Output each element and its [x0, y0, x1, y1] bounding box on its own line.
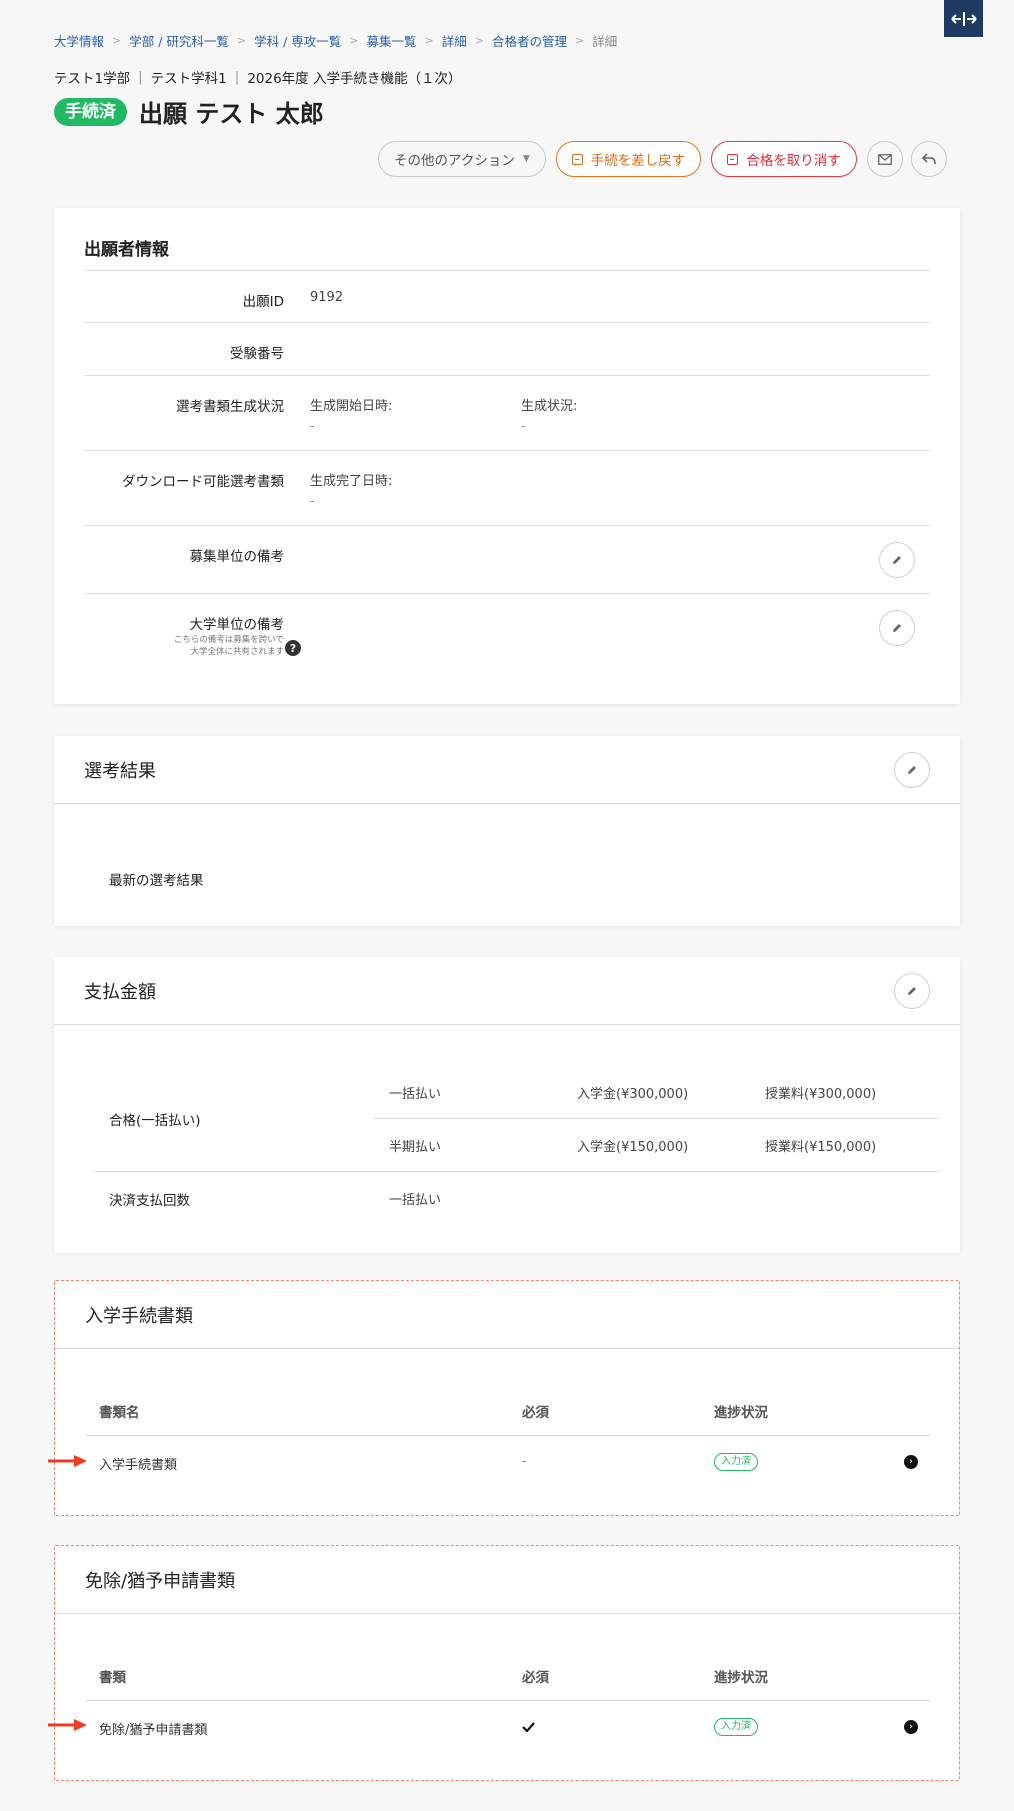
admission-fee: 入学金(¥300,000): [577, 1087, 689, 1102]
cancel-pass-button[interactable]: 合格を取り消す: [711, 141, 857, 177]
expand-arrows-icon: [950, 11, 977, 26]
checkmark-icon: [522, 1722, 535, 1732]
caret-down-icon: ▼: [522, 154, 530, 164]
breadcrumb-detail[interactable]: 詳細: [442, 31, 467, 50]
pencil-icon: [908, 986, 916, 995]
univ-note-help-text: こちらの備考は募集を跨いで 大学全体に共有されます: [173, 635, 284, 657]
univ-note-label: 大学単位の備考: [189, 617, 285, 633]
status-badge: 入力済: [714, 1718, 758, 1736]
payment-count-label: 決済支払回数: [109, 1193, 190, 1209]
col-required: 必須: [522, 1405, 549, 1421]
red-arrow-icon: [48, 1455, 87, 1467]
pencil-icon: [893, 624, 901, 632]
pencil-icon: [893, 556, 901, 564]
breadcrumb-recruit-list[interactable]: 募集一覧: [367, 31, 417, 50]
gen-status-value: -: [521, 418, 526, 433]
doc-gen-status-label: 選考書類生成状況: [176, 399, 284, 415]
revert-icon: [571, 153, 583, 165]
edit-recruit-note-button[interactable]: [879, 542, 915, 578]
tuition-fee: 授業料(¥300,000): [765, 1087, 877, 1102]
exemption-docs-card: 免除/猶予申請書類 書類 必須 進捗状況 免除/猶予申請書類 入力済 ›: [54, 1545, 960, 1781]
admission-fee: 入学金(¥150,000): [577, 1140, 689, 1155]
selection-result-card: 選考結果 最新の選考結果: [54, 736, 960, 926]
gen-start-value: -: [310, 418, 315, 433]
gen-start-label: 生成開始日時:: [310, 399, 393, 414]
edit-payment-button[interactable]: [894, 972, 930, 1009]
reply-arrow-icon: [921, 153, 936, 165]
doc-required: -: [522, 1454, 527, 1469]
pass-payment-label: 合格(一括払い): [109, 1113, 201, 1129]
payment-method: 一括払い: [389, 1087, 442, 1102]
applicant-info-title: 出願者情報: [84, 240, 169, 260]
application-id-value: 9192: [310, 290, 344, 305]
breadcrumb-university[interactable]: 大学情報: [54, 31, 104, 50]
status-badge: 手続済: [54, 97, 127, 126]
latest-result-label: 最新の選考結果: [109, 873, 204, 889]
payment-method: 半期払い: [389, 1140, 442, 1155]
edit-univ-note-button[interactable]: [879, 610, 915, 646]
applicant-name: 出願 テスト 太郎: [139, 100, 324, 128]
revert-procedure-button[interactable]: 手続を差し戻す: [555, 141, 702, 177]
breadcrumb-department-list[interactable]: 学科 / 専攻一覧: [254, 31, 341, 50]
gen-status-label: 生成状況:: [521, 399, 578, 414]
other-actions-button[interactable]: その他のアクション ▼: [378, 141, 546, 177]
gen-done-label: 生成完了日時:: [310, 474, 393, 489]
page-subtitle: テスト1学部 | テスト学科1 | 2026年度 入学手続き機能（１次）: [54, 69, 462, 87]
payment-card: 支払金額 合格(一括払い) 一括払い 入学金(¥300,000) 授業料(¥30…: [54, 957, 960, 1253]
payment-count-value: 一括払い: [389, 1193, 442, 1208]
applicant-info-card: 出願者情報 出願ID 9192 受験番号 選考書類生成状況 生成開始日時: - …: [54, 208, 960, 704]
col-status: 進捗状況: [714, 1405, 768, 1421]
selection-result-title: 選考結果: [84, 760, 156, 782]
breadcrumb: 大学情報 > 学部 / 研究科一覧 > 学科 / 専攻一覧 > 募集一覧 > 詳細 > 合…: [54, 31, 617, 50]
breadcrumb-passer-management[interactable]: 合格者の管理: [492, 31, 567, 50]
cancel-icon: [727, 153, 739, 165]
edit-selection-result-button[interactable]: [894, 751, 930, 788]
breadcrumb-current: 詳細: [592, 34, 618, 49]
tuition-fee: 授業料(¥150,000): [765, 1140, 877, 1155]
pencil-icon: [908, 765, 916, 774]
admission-docs-card: 入学手続書類 書類名 必須 進捗状況 入学手続書類 - 入力済 ›: [54, 1280, 960, 1516]
page-title: 手続済 出願 テスト 太郎: [54, 94, 324, 129]
exam-number-label: 受験番号: [230, 346, 284, 362]
recruit-note-label: 募集単位の備考: [189, 549, 285, 565]
chevron-right-icon[interactable]: ›: [904, 1455, 918, 1469]
payment-title: 支払金額: [84, 981, 156, 1003]
download-docs-label: ダウンロード可能選考書類: [122, 474, 284, 490]
doc-name[interactable]: 免除/猶予申請書類: [99, 1719, 207, 1738]
col-status: 進捗状況: [714, 1670, 768, 1686]
gen-done-value: -: [310, 493, 315, 508]
envelope-icon: [877, 153, 892, 165]
chevron-right-icon[interactable]: ›: [904, 1720, 918, 1734]
red-arrow-icon: [48, 1719, 87, 1731]
action-bar: その他のアクション ▼ 手続を差し戻す 合格を取り消す: [378, 141, 955, 177]
back-button[interactable]: [910, 141, 947, 177]
col-doc-name: 書類名: [99, 1405, 140, 1421]
status-badge: 入力済: [714, 1453, 758, 1471]
mail-button[interactable]: [866, 141, 903, 177]
col-doc: 書類: [99, 1670, 126, 1686]
exemption-docs-title: 免除/猶予申請書類: [85, 1570, 236, 1592]
breadcrumb-faculty-list[interactable]: 学部 / 研究科一覧: [129, 31, 229, 50]
question-icon[interactable]: ?: [285, 640, 301, 656]
doc-name[interactable]: 入学手続書類: [99, 1454, 177, 1473]
expand-toggle-button[interactable]: [944, 0, 983, 37]
application-id-label: 出願ID: [242, 294, 284, 310]
col-required: 必須: [522, 1670, 549, 1686]
admission-docs-title: 入学手続書類: [85, 1305, 193, 1327]
